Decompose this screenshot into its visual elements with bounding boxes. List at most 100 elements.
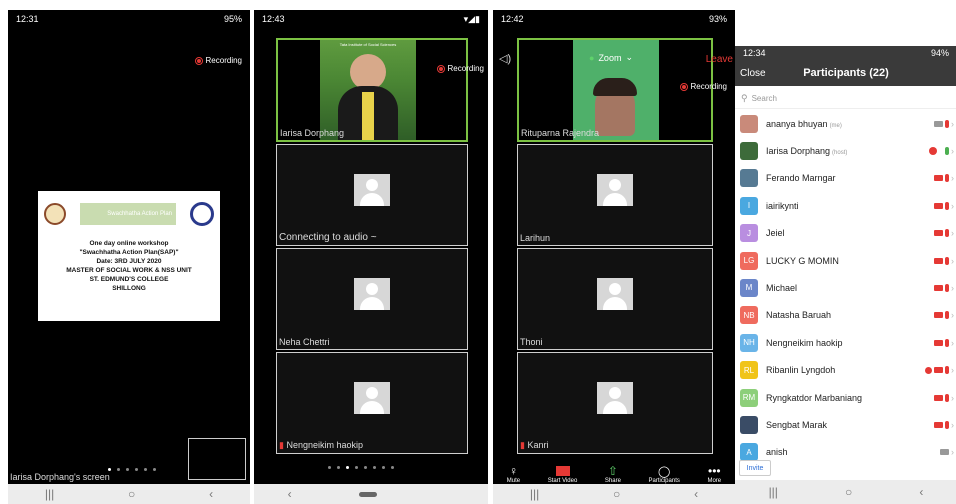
- avatar: RL: [740, 361, 758, 380]
- video-tile[interactable]: Larihun: [517, 144, 713, 246]
- chevron-right-icon: ›: [951, 337, 954, 348]
- search-bar[interactable]: ⚲ Search: [735, 88, 956, 109]
- speaker-audio-icon[interactable]: ◁): [499, 52, 511, 65]
- mic-muted-icon: [945, 201, 949, 210]
- back-icon[interactable]: ‹: [919, 485, 923, 499]
- participant-status-icons: ›: [934, 338, 954, 348]
- mic-muted-icon: [945, 229, 949, 238]
- video-tile[interactable]: Neha Chettri: [276, 248, 468, 350]
- avatar: [740, 415, 758, 434]
- home-pill-icon[interactable]: [358, 491, 377, 497]
- home-icon[interactable]: ○: [613, 487, 620, 501]
- participant-row[interactable]: ananya bhuyan (me) ›: [735, 110, 956, 137]
- participant-row[interactable]: LG LUCKY G MOMIN ›: [735, 247, 956, 274]
- zoom-menu-button[interactable]: ● Zoom ⌄: [589, 52, 633, 63]
- participant-row[interactable]: RM Ryngkatdor Marbaniang ›: [735, 384, 956, 411]
- self-view-thumbnail[interactable]: [188, 438, 246, 480]
- avatar-placeholder-icon: [354, 278, 390, 310]
- microphone-icon: ♀: [508, 464, 518, 478]
- back-icon[interactable]: ‹: [694, 487, 698, 501]
- mute-button[interactable]: ♀ Mute: [507, 464, 520, 484]
- participant-status-icons: ›: [934, 420, 954, 430]
- participant-status-icons: ›: [934, 173, 954, 183]
- participant-name-text: Iarisa Dorphang: [766, 145, 831, 156]
- participant-row[interactable]: Iiairikynti ›: [735, 192, 956, 220]
- more-button[interactable]: ••• More: [707, 464, 721, 484]
- participant-status-icons: ›: [940, 447, 954, 457]
- recording-icon: [436, 64, 445, 73]
- video-tile[interactable]: ▮ Nengneikim haokip: [276, 352, 468, 454]
- participant-tag: (host): [832, 149, 848, 156]
- more-icon: •••: [708, 464, 721, 478]
- participant-status-icons: ›: [929, 146, 954, 156]
- video-tile[interactable]: Connecting to audio ~: [276, 144, 468, 246]
- participant-row[interactable]: NB Natasha Baruah ›: [735, 301, 956, 329]
- tile-name-text: Nengneikim haokip: [286, 440, 364, 450]
- home-icon[interactable]: ○: [845, 485, 852, 499]
- recording-icon: [679, 82, 688, 91]
- status-battery: 95%: [223, 14, 242, 24]
- participant-name: Michael: [766, 283, 934, 293]
- participant-name-text: anish: [766, 447, 788, 458]
- mic-icon: [945, 146, 949, 155]
- alert-badge-icon: [925, 366, 932, 374]
- participant-row[interactable]: M Michael ›: [735, 274, 956, 302]
- sap-banner: Swachhatha Action Plan: [80, 203, 176, 225]
- recents-icon[interactable]: |||: [769, 485, 778, 499]
- video-tile-active[interactable]: Tata Institute of Social Sciences Iarisa…: [276, 38, 468, 142]
- participants-button[interactable]: ◯ Participants: [649, 465, 680, 484]
- slide-line-5: ST. EDMUND'S COLLEGE: [89, 276, 169, 283]
- page-indicator[interactable]: [328, 466, 394, 469]
- recents-icon[interactable]: |||: [530, 487, 539, 501]
- participant-row[interactable]: NH Nengneikim haokip ›: [735, 329, 956, 357]
- video-tile[interactable]: Thoni: [517, 248, 713, 350]
- slide-header: Swachhatha Action Plan: [44, 197, 214, 231]
- participant-row[interactable]: Sengbat Marak ›: [735, 411, 956, 439]
- tile-name: ▮ Nengneikim haokip: [279, 440, 363, 451]
- phone-screen-shared: 12:31 95% Recording Swachhatha Action Pl…: [8, 10, 250, 504]
- participant-name-text: Ribanlin Lyngdoh: [766, 365, 836, 376]
- home-icon[interactable]: ○: [128, 487, 135, 501]
- start-video-button[interactable]: Start Video: [548, 466, 577, 484]
- avatar-placeholder-icon: [597, 382, 633, 414]
- avatar: NH: [740, 333, 758, 352]
- chevron-right-icon: ›: [951, 255, 954, 266]
- recording-icon: [929, 146, 937, 155]
- status-bar: 12:42 93%: [493, 10, 735, 28]
- back-icon[interactable]: ‹: [209, 487, 213, 501]
- video-icon: [934, 120, 943, 127]
- avatar-placeholder-icon: [354, 174, 390, 206]
- participant-status-icons: ›: [934, 393, 954, 403]
- page-indicator[interactable]: [108, 468, 156, 471]
- signal-icon: ▾◢▮: [463, 13, 480, 24]
- participant-name-text: Jeiel: [766, 228, 785, 239]
- search-input[interactable]: Search: [752, 94, 777, 103]
- share-button[interactable]: ⇧ Share: [605, 464, 621, 484]
- recording-indicator: Recording: [194, 56, 242, 65]
- mic-muted-icon: [945, 420, 949, 429]
- participant-row[interactable]: Ferando Marngar ›: [735, 164, 956, 192]
- participant-name-text: Ferando Marngar: [766, 173, 836, 184]
- meeting-toolbar: ♀ Mute Start Video ⇧ Share ◯ Participant…: [493, 456, 735, 484]
- avatar-placeholder-icon: [597, 174, 633, 206]
- video-off-icon: [555, 466, 570, 476]
- tile-name: Neha Chettri: [279, 337, 330, 347]
- screen-share-label: Iarisa Dorphang's screen: [10, 472, 110, 482]
- back-icon[interactable]: ‹: [288, 487, 292, 501]
- participant-name-text: Sengbat Marak: [766, 419, 828, 430]
- leave-button[interactable]: Leave: [706, 54, 733, 65]
- slide-line-6: SHILLONG: [112, 285, 146, 292]
- video-tile[interactable]: ▮ Kanri: [517, 352, 713, 454]
- participant-row[interactable]: Iarisa Dorphang (host) ›: [735, 137, 956, 165]
- slide-line-4: MASTER OF SOCIAL WORK & NSS UNIT: [66, 267, 192, 274]
- recents-icon[interactable]: |||: [45, 487, 54, 501]
- chevron-right-icon: ›: [951, 447, 954, 458]
- avatar: RM: [740, 388, 758, 407]
- participants-header: 12:34 94% Close Participants (22): [735, 46, 956, 86]
- chevron-right-icon: ›: [951, 419, 954, 430]
- participant-row[interactable]: J Jeiel ›: [735, 219, 956, 247]
- invite-button[interactable]: Invite: [739, 460, 771, 476]
- video-off-icon: [934, 394, 943, 401]
- participant-name-text: Michael: [766, 282, 798, 293]
- participant-row[interactable]: RL Ribanlin Lyngdoh ›: [735, 356, 956, 384]
